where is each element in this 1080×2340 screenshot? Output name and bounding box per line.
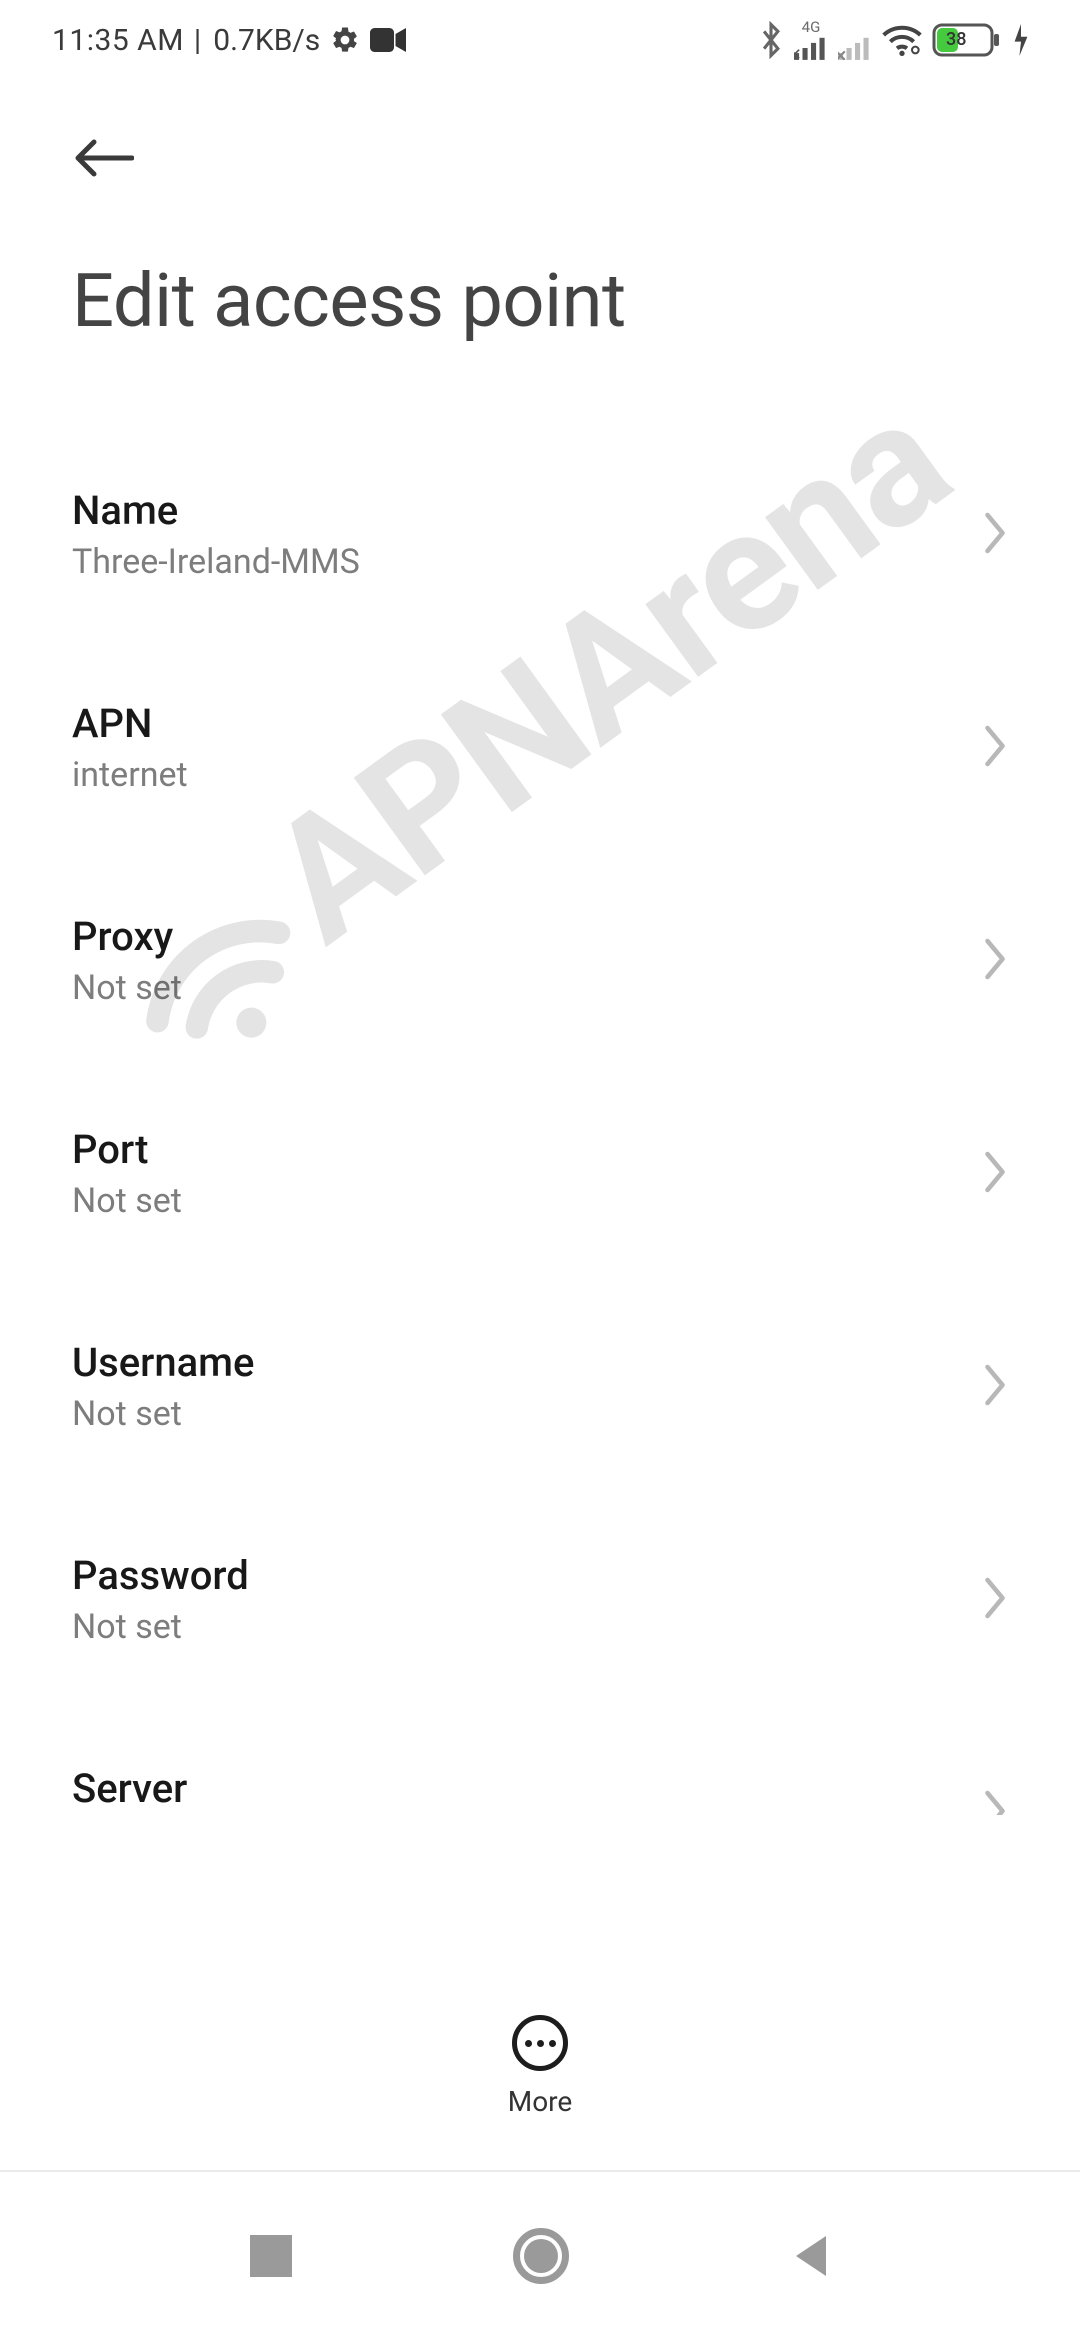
gear-icon <box>330 25 360 55</box>
wifi-status-icon <box>882 24 922 56</box>
chevron-right-icon <box>982 938 1008 984</box>
status-time: 11:35 AM <box>52 23 184 58</box>
row-label: Username <box>72 1339 254 1386</box>
charging-icon <box>1012 24 1030 56</box>
row-label: Port <box>72 1126 182 1173</box>
row-label: Server <box>72 1765 187 1812</box>
system-nav-bar <box>0 2170 1080 2340</box>
chevron-right-icon <box>982 1151 1008 1197</box>
settings-list: Name Three-Ireland-MMS APN internet Prox… <box>0 345 1080 1815</box>
nav-back-button[interactable] <box>790 2234 830 2278</box>
more-label: More <box>508 2085 573 2118</box>
row-proxy[interactable]: Proxy Not set <box>72 865 1008 1056</box>
network-type-label: 4G <box>802 20 821 35</box>
row-value: Three-Ireland-MMS <box>72 542 360 582</box>
nav-recent-button[interactable] <box>250 2235 292 2277</box>
row-label: Password <box>72 1552 249 1599</box>
chevron-right-icon <box>982 1364 1008 1410</box>
signal-sim2 <box>838 20 872 60</box>
signal-sim1: 4G <box>794 20 828 60</box>
row-label: APN <box>72 700 188 747</box>
back-button[interactable] <box>72 120 152 200</box>
page-title: Edit access point <box>72 258 1008 345</box>
row-apn[interactable]: APN internet <box>72 652 1008 843</box>
chevron-right-icon <box>982 512 1008 558</box>
row-username[interactable]: Username Not set <box>72 1291 1008 1482</box>
arrow-left-icon <box>72 138 134 182</box>
battery-percent: 38 <box>946 29 966 50</box>
row-password[interactable]: Password Not set <box>72 1504 1008 1695</box>
chevron-right-icon <box>982 1790 1008 1816</box>
chevron-right-icon <box>982 1577 1008 1623</box>
chevron-right-icon <box>982 725 1008 771</box>
row-value: Not set <box>72 1394 254 1434</box>
row-value: Not set <box>72 968 182 1008</box>
camera-icon <box>370 26 406 54</box>
more-button[interactable]: More <box>0 2015 1080 2118</box>
bluetooth-icon <box>758 21 784 59</box>
status-bar: 11:35 AM | 0.7KB/s 4G <box>0 0 1080 80</box>
row-name[interactable]: Name Three-Ireland-MMS <box>72 439 1008 630</box>
row-label: Proxy <box>72 913 182 960</box>
row-value: internet <box>72 755 188 795</box>
battery-indicator: 38 <box>932 23 1002 57</box>
row-value: Not set <box>72 1607 249 1647</box>
row-label: Name <box>72 487 360 534</box>
row-value: Not set <box>72 1181 182 1221</box>
nav-home-button[interactable] <box>513 2228 569 2284</box>
row-port[interactable]: Port Not set <box>72 1078 1008 1269</box>
more-icon <box>512 2015 568 2071</box>
status-separator: | <box>194 23 201 58</box>
status-data-rate: 0.7KB/s <box>213 23 320 58</box>
row-server[interactable]: Server Not set <box>72 1717 1008 1815</box>
